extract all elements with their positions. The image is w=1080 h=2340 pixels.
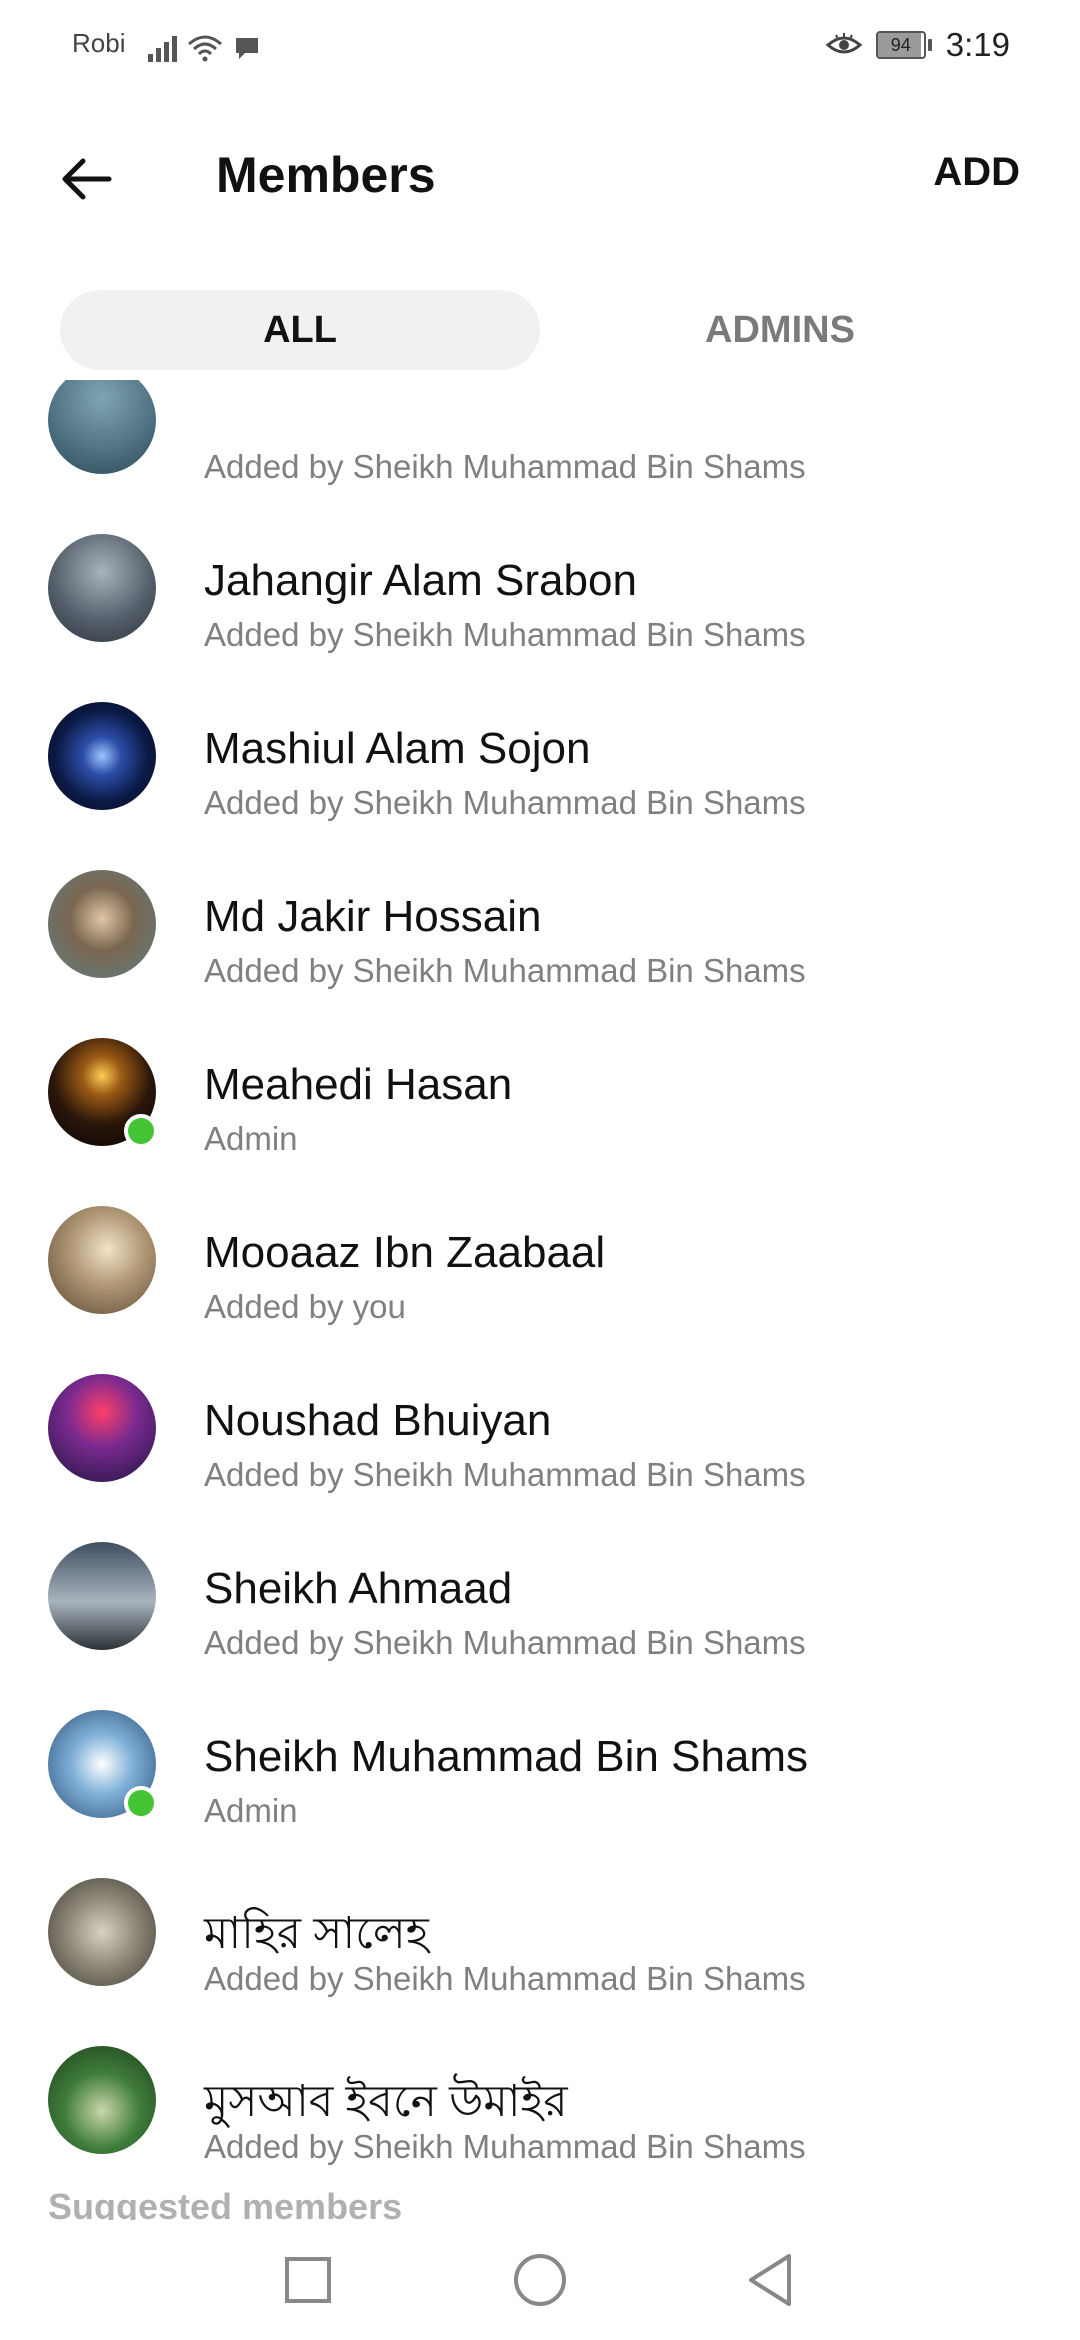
member-row[interactable]: Mooaaz Ibn Zaabaal Added by you — [0, 1176, 1080, 1344]
home-icon — [514, 2254, 566, 2306]
member-subtitle: Added by Sheikh Muhammad Bin Shams — [204, 1960, 806, 1997]
avatar-image — [48, 1206, 156, 1314]
avatar-image — [48, 702, 156, 810]
avatar — [48, 1206, 156, 1314]
avatar — [48, 870, 156, 978]
member-subtitle: Added by Sheikh Muhammad Bin Shams — [204, 616, 806, 653]
avatar — [48, 1878, 156, 1986]
online-status-dot — [124, 1114, 158, 1148]
avatar-image — [48, 1878, 156, 1986]
member-subtitle: Admin — [204, 1120, 298, 1157]
clock: 3:19 — [945, 26, 1010, 63]
arrow-left-icon — [62, 158, 112, 200]
avatar-image — [48, 1542, 156, 1650]
avatar — [48, 380, 156, 474]
message-notification-icon — [233, 34, 261, 62]
member-subtitle: Added by you — [204, 1288, 406, 1325]
status-icons-right: 94 3:19 — [825, 22, 1010, 68]
add-member-button[interactable]: ADD — [933, 150, 1020, 195]
tab-admins[interactable]: ADMINS — [540, 290, 1020, 370]
avatar — [48, 534, 156, 642]
system-nav-bar — [0, 2220, 1080, 2340]
avatar-image — [48, 1374, 156, 1482]
member-name: Noushad Bhuiyan — [204, 1396, 552, 1445]
avatar — [48, 702, 156, 810]
member-name: Meahedi Hasan — [204, 1060, 513, 1109]
member-list: Added by Sheikh Muhammad Bin Shams Jahang… — [0, 380, 1080, 2184]
nav-back-button[interactable] — [740, 2250, 800, 2310]
member-name: Jahangir Alam Srabon — [204, 556, 637, 605]
member-subtitle: Added by Sheikh Muhammad Bin Shams — [204, 1624, 806, 1661]
member-subtitle: Admin — [204, 1792, 298, 1829]
member-subtitle: Added by Sheikh Muhammad Bin Shams — [204, 784, 806, 821]
avatar-image — [48, 870, 156, 978]
member-row[interactable]: Sheikh Muhammad Bin Shams Admin — [0, 1680, 1080, 1848]
member-name: Mooaaz Ibn Zaabaal — [204, 1228, 606, 1277]
page-title: Members — [216, 147, 436, 203]
member-tabs: ALL ADMINS — [0, 258, 1080, 380]
member-row[interactable]: Added by Sheikh Muhammad Bin Shams — [0, 380, 1080, 504]
signal-icon — [148, 32, 177, 62]
member-subtitle: Added by Sheikh Muhammad Bin Shams — [204, 952, 806, 989]
battery-level: 94 — [890, 35, 911, 55]
member-row[interactable]: Sheikh Ahmaad Added by Sheikh Muhammad Bi… — [0, 1512, 1080, 1680]
tab-all[interactable]: ALL — [60, 290, 540, 370]
recent-apps-icon — [285, 2257, 331, 2303]
avatar-image — [48, 534, 156, 642]
member-name: Sheikh Muhammad Bin Shams — [204, 1732, 809, 1781]
status-icons-left — [148, 30, 261, 62]
member-row[interactable]: Jahangir Alam Srabon Added by Sheikh Muha… — [0, 504, 1080, 672]
avatar — [48, 1710, 158, 1820]
member-row[interactable]: Noushad Bhuiyan Added by Sheikh Muhammad … — [0, 1344, 1080, 1512]
member-list-viewport[interactable]: Added by Sheikh Muhammad Bin Shams Jahang… — [0, 380, 1080, 2220]
avatar — [48, 1542, 156, 1650]
battery-icon: 94 — [875, 31, 932, 59]
recent-apps-button[interactable] — [278, 2250, 338, 2310]
member-row[interactable]: Md Jakir Hossain Added by Sheikh Muhammad… — [0, 840, 1080, 1008]
eye-comfort-icon — [825, 31, 862, 59]
back-icon — [749, 2254, 791, 2306]
suggested-members-header: Suggested members — [48, 2186, 403, 2220]
home-button[interactable] — [510, 2250, 570, 2310]
member-subtitle: Added by Sheikh Muhammad Bin Shams — [204, 1456, 806, 1493]
member-subtitle: Added by Sheikh Muhammad Bin Shams — [204, 448, 806, 485]
app-header: Members ADD — [0, 90, 1080, 258]
member-row[interactable]: মাহির সালেহ Added by Sheikh Muhammad Bin … — [0, 1848, 1080, 2016]
avatar — [48, 2046, 156, 2154]
status-bar: Robi 94 3:19 — [0, 0, 1080, 90]
member-row[interactable]: মুসআব ইবনে উমাইর Added by Sheikh Muhammad… — [0, 2016, 1080, 2184]
back-button[interactable] — [40, 134, 130, 224]
member-name: Mashiul Alam Sojon — [204, 724, 591, 773]
carrier-name: Robi — [72, 28, 126, 58]
avatar-image — [48, 2046, 156, 2154]
member-subtitle: Added by Sheikh Muhammad Bin Shams — [204, 2128, 806, 2165]
member-name: Sheikh Ahmaad — [204, 1564, 513, 1613]
member-row[interactable]: Meahedi Hasan Admin — [0, 1008, 1080, 1176]
member-name: Md Jakir Hossain — [204, 892, 542, 941]
avatar-image — [48, 380, 156, 474]
avatar — [48, 1374, 156, 1482]
online-status-dot — [124, 1786, 158, 1820]
avatar — [48, 1038, 158, 1148]
wifi-icon — [187, 34, 223, 62]
member-row[interactable]: Mashiul Alam Sojon Added by Sheikh Muhamm… — [0, 672, 1080, 840]
